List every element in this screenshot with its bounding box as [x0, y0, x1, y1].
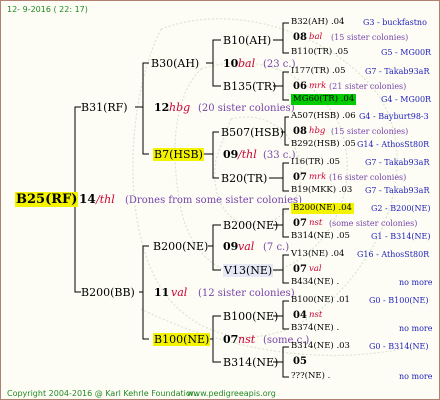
- gen4-generation: 05: [293, 356, 307, 367]
- gen4-origin: G4 - MG00R: [381, 95, 432, 104]
- gen4-origin: G0 - B100(NE): [369, 296, 429, 305]
- gen4-note: (some sister colonies): [329, 219, 418, 228]
- gen4-generation: 08: [293, 126, 307, 137]
- gen4-origin: G2 - B200(NE): [371, 204, 431, 213]
- gen3-queen[interactable]: B20(TR): [221, 172, 267, 185]
- root-note: (Drones from some sister colonies): [125, 195, 303, 206]
- gen4-queen[interactable]: B314(NE) .03: [291, 341, 350, 352]
- gen4-generation: 07: [293, 172, 307, 183]
- pedigree-chart: 12- 9-2016 ( 22: 17) Copyright 2004-2016…: [0, 0, 440, 400]
- gen3-queen[interactable]: B135(TR): [223, 80, 276, 93]
- gen4-drone[interactable]: B434(NE) .: [291, 277, 339, 288]
- gen4-generation: 07: [293, 218, 307, 229]
- gen2-queen[interactable]: B100(NE): [153, 333, 211, 346]
- gen2-generation: 10: [223, 57, 239, 70]
- gen1-note: (12 sister colonies): [198, 288, 295, 299]
- root-year: /thl: [96, 193, 115, 206]
- gen4-origin: no more: [399, 278, 433, 287]
- gen3-queen[interactable]: B200(NE): [223, 219, 278, 232]
- gen4-origin: G16 - AthosSt80R: [357, 250, 430, 259]
- gen1-generation: 12: [154, 101, 170, 114]
- gen4-drone[interactable]: B110(TR) .05: [291, 47, 348, 58]
- gen3-queen[interactable]: V13(NE): [223, 264, 274, 277]
- site-link[interactable]: www.pedigreeapis.org: [187, 387, 276, 399]
- gen1-queen[interactable]: B200(BB): [81, 286, 135, 299]
- gen2-year: /thl: [238, 148, 257, 161]
- gen4-origin: G5 - MG00R: [381, 48, 432, 57]
- gen1-year: hbg: [169, 101, 191, 114]
- gen4-year: nst: [309, 218, 323, 228]
- gen4-year: nst: [309, 310, 323, 320]
- gen2-queen[interactable]: B200(NE): [153, 240, 208, 253]
- gen4-queen[interactable]: A507(HSB) .06: [291, 111, 356, 122]
- gen3-queen[interactable]: B314(NE): [223, 356, 278, 369]
- gen3-queen[interactable]: B507(HSB): [221, 126, 284, 139]
- gen4-drone[interactable]: MG60(TR) .04: [291, 94, 357, 105]
- gen4-origin: G7 - Takab93aR: [365, 158, 430, 167]
- gen4-year: mrk: [309, 81, 327, 91]
- gen2-generation: 07: [223, 333, 239, 346]
- gen2-year: bal: [238, 57, 256, 70]
- gen1-generation: 11: [154, 286, 170, 299]
- gen4-origin: G14 - AthosSt80R: [357, 140, 430, 149]
- gen3-queen[interactable]: B100(NE): [223, 310, 278, 323]
- gen4-queen[interactable]: V13(NE) .04: [291, 249, 344, 260]
- gen4-origin: G7 - Takab93aR: [365, 186, 430, 195]
- copyright-text: Copyright 2004-2016 @ Karl Kehrle Founda…: [7, 389, 199, 398]
- gen4-origin: no more: [399, 372, 433, 381]
- gen3-queen[interactable]: B10(AH): [223, 34, 271, 47]
- gen4-origin: G3 - buckfastno: [363, 18, 427, 27]
- gen4-note: (21 sister colonies): [329, 82, 407, 91]
- gen4-queen[interactable]: B200(NE) .04: [291, 203, 354, 214]
- gen4-drone[interactable]: B374(NE) .: [291, 323, 339, 334]
- gen4-queen[interactable]: B100(NE) .01: [291, 295, 350, 306]
- gen2-note: (7 c.): [263, 242, 290, 253]
- generated-date: 12- 9-2016 ( 22: 17): [7, 5, 88, 14]
- gen1-queen[interactable]: B31(RF): [81, 101, 128, 114]
- gen4-generation: 08: [293, 32, 307, 43]
- gen4-queen[interactable]: I16(TR) .05: [291, 157, 340, 168]
- gen4-year: bal: [309, 32, 323, 42]
- gen2-year: val: [238, 240, 255, 253]
- gen4-note: (15 sister colonies): [331, 33, 409, 42]
- gen4-generation: 06: [293, 81, 307, 92]
- gen4-queen[interactable]: B32(AH) .04: [291, 17, 344, 28]
- gen4-year: mrk: [309, 172, 327, 182]
- gen4-note: (15 sister colonies): [331, 127, 409, 136]
- gen4-generation: 07: [293, 264, 307, 275]
- gen4-year: hbg: [309, 126, 326, 136]
- gen2-generation: 09: [223, 240, 239, 253]
- gen4-note: (16 sister colonies): [329, 173, 407, 182]
- root-generation: 14: [79, 192, 96, 206]
- gen4-origin: G1 - B314(NE): [371, 232, 431, 241]
- gen4-origin: G4 - Bayburt98-3: [359, 112, 429, 121]
- gen4-drone[interactable]: B314(NE) .05: [291, 231, 350, 242]
- gen1-year: val: [171, 286, 188, 299]
- gen4-queen[interactable]: I177(TR) .05: [291, 66, 346, 77]
- gen4-origin: no more: [399, 324, 433, 333]
- gen2-generation: 09: [223, 148, 239, 161]
- gen2-queen[interactable]: B7(HSB): [153, 148, 204, 161]
- gen2-year: nst: [238, 333, 256, 346]
- gen4-year: val: [309, 264, 322, 274]
- gen4-generation: 04: [293, 310, 307, 321]
- gen4-origin: G7 - Takab93aR: [365, 67, 430, 76]
- gen4-drone[interactable]: ???(NE) .: [291, 371, 330, 382]
- gen1-note: (20 sister colonies): [198, 103, 295, 114]
- gen4-origin: G0 - B314(NE): [369, 342, 429, 351]
- root-queen[interactable]: B25(RF): [15, 192, 79, 207]
- gen2-queen[interactable]: B30(AH): [151, 57, 199, 70]
- gen4-drone[interactable]: B19(MKK) .03: [291, 185, 352, 196]
- gen4-drone[interactable]: B292(HSB) .05: [291, 139, 356, 150]
